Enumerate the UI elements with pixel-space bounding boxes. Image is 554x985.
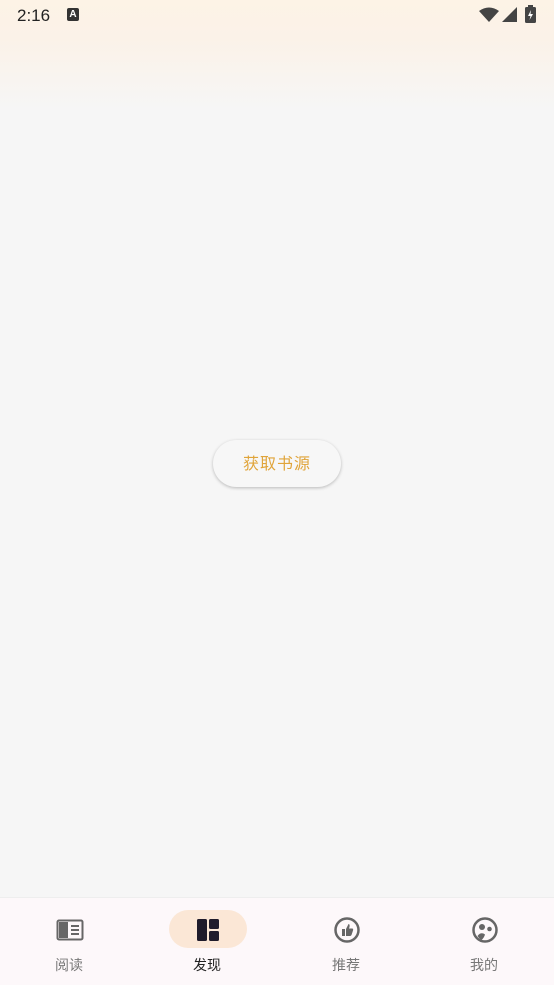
- status-bar: 2:16 A: [0, 0, 554, 32]
- nav-item-recommend[interactable]: 推荐: [277, 898, 415, 985]
- book-icon: [56, 919, 84, 941]
- profile-icon: [472, 917, 498, 943]
- wifi-icon: [479, 7, 499, 22]
- get-book-source-button[interactable]: 获取书源: [213, 440, 341, 487]
- nav-label-mine: 我的: [470, 958, 498, 974]
- bottom-navigation: 阅读 发现 推荐 我的: [0, 897, 554, 985]
- nav-label-read: 阅读: [55, 958, 83, 974]
- nav-label-discover: 发现: [193, 958, 221, 974]
- thumbs-up-icon: [334, 917, 360, 943]
- status-time: 2:16: [17, 6, 51, 25]
- nav-label-recommend: 推荐: [332, 958, 360, 974]
- discover-icon: [197, 919, 219, 941]
- nav-item-discover[interactable]: 发现: [138, 898, 276, 985]
- signal-icon: [502, 7, 517, 22]
- nav-item-mine[interactable]: 我的: [415, 898, 553, 985]
- nav-item-read[interactable]: 阅读: [0, 898, 138, 985]
- notification-a-icon: A: [67, 8, 79, 21]
- battery-icon: [525, 5, 536, 23]
